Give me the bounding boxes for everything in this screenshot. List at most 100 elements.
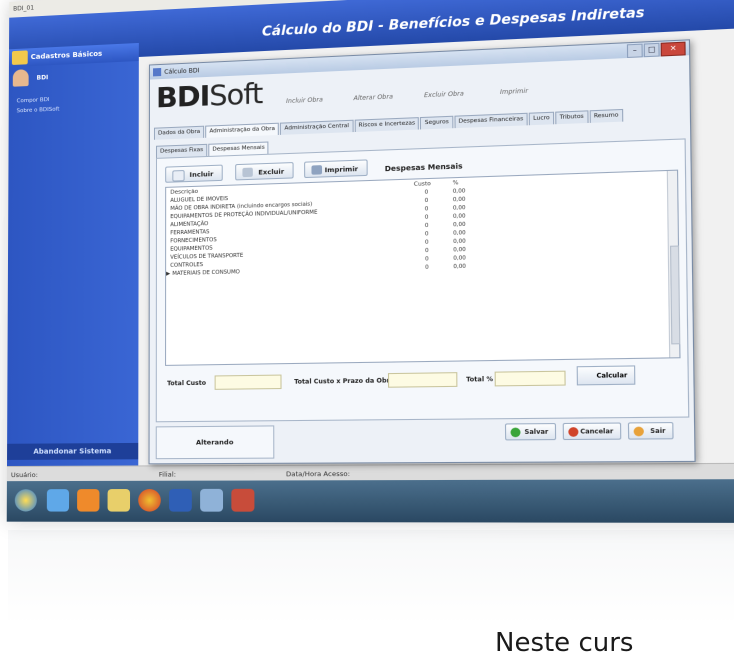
include-work-button[interactable]: Incluir Obra — [286, 96, 323, 105]
row-description: ALIMENTAÇÃO — [170, 221, 209, 229]
exit-icon — [633, 426, 644, 437]
minimize-button[interactable]: – — [626, 43, 643, 59]
browser-icon[interactable] — [46, 489, 70, 512]
alter-work-button[interactable]: Alterar Obra — [353, 93, 392, 102]
save-label: Salvar — [524, 428, 549, 437]
bdi-app-icon[interactable] — [231, 488, 255, 512]
row-percent: 0,00 — [453, 255, 466, 262]
sidebar: Cadastros Básicos BDI Compor BDI Sobre o… — [6, 42, 139, 470]
printer-icon — [311, 165, 323, 175]
bdisoft-logo: BDISoft — [156, 77, 262, 115]
save-button[interactable]: Salvar — [504, 423, 557, 441]
delete-button[interactable]: Excluir — [235, 162, 294, 181]
media-player-icon[interactable] — [77, 489, 100, 512]
dialog-title: Cálculo BDI — [164, 67, 200, 76]
row-cost: 0 — [424, 239, 429, 246]
delete-label: Excluir — [258, 167, 285, 177]
tab-tributos[interactable]: Tributos — [555, 110, 589, 125]
exit-system-button[interactable]: Abandonar Sistema — [7, 442, 139, 460]
row-cost: 0 — [424, 197, 429, 205]
print-work-button[interactable]: Imprimir — [500, 88, 528, 96]
row-description: EQUIPAMENTOS — [170, 245, 213, 253]
column-header-percent: % — [452, 180, 459, 187]
checkmark-icon — [510, 427, 521, 438]
logo-rest: Soft — [209, 76, 263, 113]
row-pointer-icon: ▶ — [166, 270, 171, 278]
tab-riscos[interactable]: Riscos e Incertezas — [354, 117, 420, 133]
total-cost-label: Total Custo — [167, 379, 207, 388]
row-cost: 0 — [424, 189, 429, 196]
sidebar-link-sobre[interactable]: Sobre o BDISoft — [17, 107, 60, 115]
total-cost-term-field[interactable] — [387, 372, 458, 388]
logo-bold: BDI — [156, 78, 210, 115]
column-header-cost: Custo — [413, 181, 431, 188]
folder-icon[interactable] — [107, 489, 131, 512]
sidebar-user[interactable]: BDI — [9, 63, 139, 89]
row-percent: 0,00 — [452, 213, 466, 220]
scrollbar-thumb[interactable] — [669, 245, 681, 345]
row-cost: 0 — [424, 231, 429, 238]
row-cost: 0 — [424, 247, 429, 255]
app-icon[interactable] — [200, 488, 224, 512]
row-percent: 0,00 — [453, 238, 466, 246]
print-label: Imprimir — [324, 164, 359, 175]
tab-seguros[interactable]: Seguros — [420, 115, 454, 130]
calculate-label: Calcular — [596, 371, 628, 380]
row-percent: 0,00 — [452, 196, 466, 204]
tab-administracao-obra[interactable]: Administração da Obra — [205, 122, 280, 138]
row-percent: 0,00 — [453, 246, 466, 254]
row-description: ALUGUEL DE IMOVEIS — [170, 195, 229, 204]
sidebar-header-label: Cadastros Básicos — [30, 49, 103, 62]
grid-scrollbar[interactable] — [666, 170, 681, 358]
expenses-grid[interactable]: Descrição Custo % ALUGUEL DE IMOVEIS 0 0,0… — [165, 169, 681, 366]
section-title: Despesas Mensais — [384, 162, 463, 174]
tab-administracao-central[interactable]: Administração Central — [280, 119, 354, 135]
row-cost: 0 — [425, 256, 429, 263]
new-document-icon — [172, 169, 185, 182]
total-cost-field[interactable] — [214, 374, 282, 390]
row-description: MATERIAIS DE CONSUMO — [172, 269, 240, 278]
row-cost: 0 — [424, 214, 429, 221]
sidebar-link-compor-bdi[interactable]: Compor BDI — [17, 97, 50, 104]
sidebar-user-label: BDI — [36, 74, 49, 82]
folder-icon — [11, 50, 28, 65]
row-percent: 0,00 — [452, 188, 466, 195]
edit-status: Alterando — [155, 425, 275, 460]
tab-despesas-financeiras[interactable]: Despesas Financeiras — [454, 112, 528, 129]
total-cost-term-label: Total Custo x Prazo da Obra — [294, 377, 395, 386]
user-icon — [12, 69, 29, 87]
main-tabs: Dados da Obra Administração da Obra Admi… — [153, 108, 624, 140]
row-percent: 0,00 — [453, 230, 466, 237]
exit-button[interactable]: Sair — [627, 422, 674, 440]
include-button[interactable]: Incluir — [165, 164, 223, 183]
delete-work-button[interactable]: Excluir Obra — [424, 90, 464, 99]
print-button[interactable]: Imprimir — [304, 159, 368, 179]
chrome-icon[interactable] — [138, 488, 161, 512]
tab-resumo[interactable]: Resumo — [589, 108, 623, 123]
screen-reflection — [8, 530, 734, 620]
start-icon[interactable] — [14, 489, 37, 512]
row-percent: 0,00 — [453, 221, 466, 229]
tab-lucro[interactable]: Lucro — [528, 111, 555, 126]
maximize-button[interactable]: □ — [643, 42, 660, 58]
row-description: CONTROLES — [170, 261, 204, 269]
delete-icon — [242, 167, 253, 178]
caption-text: Neste curs — [495, 628, 634, 658]
status-user-label: Usuário: — [10, 470, 38, 480]
total-percent-label: Total % — [466, 375, 494, 384]
screenshot: BDI_01 Cálculo do BDI - Benefícios e Des… — [0, 0, 734, 665]
row-cost: 0 — [425, 264, 429, 271]
status-datetime-label: Data/Hora Acesso: — [285, 469, 350, 479]
total-percent-field[interactable] — [494, 370, 566, 387]
row-cost: 0 — [424, 222, 429, 230]
expenses-panel: Incluir Excluir Imprimir Despesas Mensai… — [155, 138, 690, 423]
row-description: FORNECIMENTOS — [170, 237, 217, 245]
close-button[interactable]: ✕ — [660, 41, 686, 57]
row-cost: 0 — [424, 206, 429, 213]
cancel-button[interactable]: Cancelar — [562, 422, 622, 441]
tab-dados-obra[interactable]: Dados da Obra — [153, 125, 205, 140]
app-icon — [153, 67, 162, 77]
cancel-icon — [568, 427, 579, 437]
calculate-button[interactable]: Calcular — [576, 365, 636, 386]
word-icon[interactable] — [169, 488, 192, 512]
